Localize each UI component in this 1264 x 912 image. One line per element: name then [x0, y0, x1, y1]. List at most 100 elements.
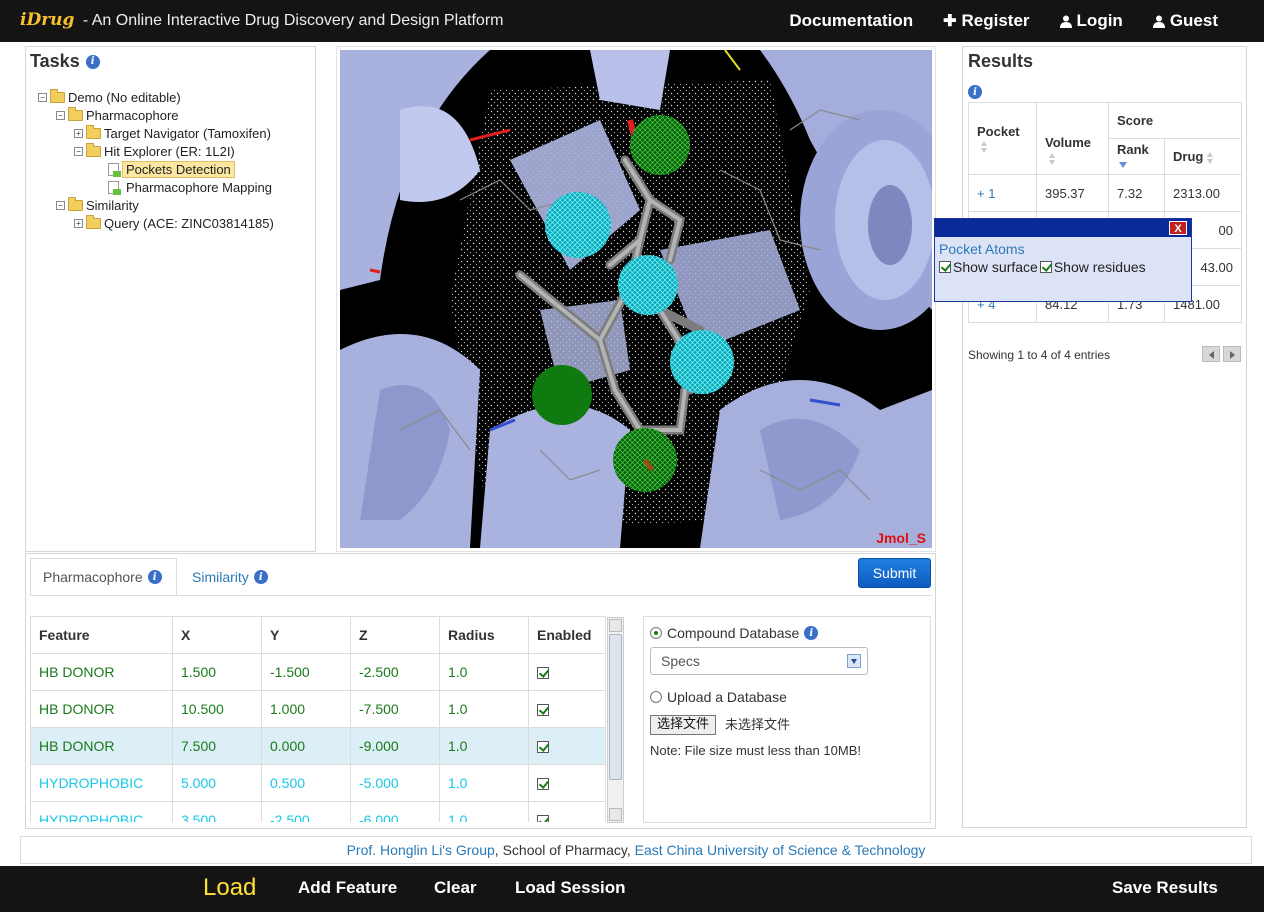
info-icon[interactable]: i — [968, 85, 982, 99]
feature-cell[interactable]: HB DONOR — [30, 727, 173, 765]
close-icon[interactable]: X — [1169, 221, 1187, 235]
z-cell[interactable]: -6.000 — [350, 801, 440, 822]
results-title: Results — [968, 51, 1033, 72]
compound-db-radio[interactable] — [650, 627, 662, 639]
tree-node-query[interactable]: + Query (ACE: ZINC03814185) — [74, 214, 274, 232]
radius-cell[interactable]: 1.0 — [439, 690, 529, 728]
tab-similarity[interactable]: Similarity i — [180, 558, 280, 596]
pocket-cell[interactable]: + 1 — [968, 174, 1037, 212]
y-cell[interactable]: -1.500 — [261, 653, 351, 691]
col-header-drug[interactable]: Drug — [1164, 138, 1242, 175]
feature-cell[interactable]: HB DONOR — [30, 690, 173, 728]
choose-file-button[interactable]: 选择文件 — [650, 715, 717, 735]
enabled-checkbox[interactable] — [537, 704, 549, 717]
y-cell[interactable]: 0.000 — [261, 727, 351, 765]
feature-table-scrollbar[interactable] — [607, 617, 624, 823]
y-cell[interactable]: 0.500 — [261, 764, 351, 802]
tree-node-pharmacophore-mapping[interactable]: Pharmacophore Mapping — [108, 178, 272, 196]
score-header-label: Score — [1117, 113, 1154, 128]
show-residues-checkbox[interactable] — [1039, 261, 1052, 273]
load-session-button[interactable]: Load Session — [515, 878, 626, 898]
info-icon[interactable]: i — [804, 626, 819, 640]
group-link[interactable]: Prof. Honglin Li's Group — [347, 842, 495, 858]
tree-node-pockets-detection[interactable]: Pockets Detection — [108, 160, 235, 178]
feature-cell[interactable]: HB DONOR — [30, 653, 173, 691]
table-row[interactable]: HB DONOR 10.500 1.000 -7.500 1.0 — [30, 690, 606, 728]
enabled-checkbox[interactable] — [537, 741, 549, 754]
radius-cell[interactable]: 1.0 — [439, 653, 529, 691]
submit-button[interactable]: Submit — [858, 558, 931, 588]
info-icon[interactable]: i — [253, 570, 268, 584]
tab-pharmacophore[interactable]: Pharmacophore i — [30, 558, 177, 596]
expand-icon[interactable]: + — [74, 218, 83, 228]
x-cell[interactable]: 7.500 — [172, 727, 262, 765]
info-icon[interactable]: i — [147, 570, 162, 584]
results-info: Showing 1 to 4 of 4 entries — [968, 348, 1111, 362]
col-header-volume[interactable]: Volume — [1036, 102, 1109, 175]
scroll-up-icon[interactable] — [609, 619, 622, 632]
enabled-checkbox[interactable] — [537, 815, 549, 822]
next-page-button[interactable] — [1223, 346, 1241, 362]
chevron-down-icon[interactable] — [847, 654, 861, 668]
col-header-pocket[interactable]: Pocket — [968, 102, 1037, 175]
table-row[interactable]: HYDROPHOBIC 5.000 0.500 -5.000 1.0 — [30, 764, 606, 802]
table-row[interactable]: + 1 395.37 7.32 2313.00 — [968, 174, 1242, 212]
upload-db-option[interactable]: Upload a Database — [650, 689, 787, 705]
document-icon — [108, 180, 121, 195]
jmol-viewer[interactable]: Jmol_S — [340, 50, 932, 548]
radius-cell[interactable]: 1.0 — [439, 801, 529, 822]
enabled-checkbox[interactable] — [537, 778, 549, 791]
university-link[interactable]: East China University of Science & Techn… — [635, 842, 926, 858]
scroll-thumb[interactable] — [609, 634, 622, 780]
col-header-rank[interactable]: Rank — [1108, 138, 1165, 175]
info-icon[interactable]: i — [85, 54, 100, 69]
guest-menu[interactable]: Guest — [1152, 11, 1218, 31]
login-link[interactable]: Login — [1059, 11, 1123, 31]
tree-node-pharmacophore[interactable]: − Pharmacophore — [56, 106, 179, 124]
z-cell[interactable]: -7.500 — [350, 690, 440, 728]
z-cell[interactable]: -2.500 — [350, 653, 440, 691]
y-cell[interactable]: -2.500 — [261, 801, 351, 822]
x-cell[interactable]: 5.000 — [172, 764, 262, 802]
register-link[interactable]: ✚ Register — [943, 11, 1029, 31]
feature-cell[interactable]: HYDROPHOBIC — [30, 764, 173, 802]
table-row-selected[interactable]: HB DONOR 7.500 0.000 -9.000 1.0 — [30, 727, 606, 765]
expand-icon[interactable]: + — [74, 128, 83, 138]
table-row[interactable]: HYDROPHOBIC 3.500 -2.500 -6.000 1.0 — [30, 801, 606, 822]
radius-cell[interactable]: 1.0 — [439, 727, 529, 765]
show-surface-checkbox[interactable] — [939, 261, 951, 273]
scroll-down-icon[interactable] — [609, 808, 622, 821]
collapse-icon[interactable]: − — [56, 110, 65, 120]
x-cell[interactable]: 3.500 — [172, 801, 262, 822]
collapse-icon[interactable]: − — [38, 92, 47, 102]
popup-titlebar[interactable]: X — [935, 219, 1191, 237]
load-button[interactable]: Load — [203, 874, 256, 902]
z-cell[interactable]: -5.000 — [350, 764, 440, 802]
tree-node-target-navigator[interactable]: + Target Navigator (Tamoxifen) — [74, 124, 271, 142]
x-cell[interactable]: 1.500 — [172, 653, 262, 691]
user-icon — [1152, 15, 1165, 28]
radius-cell[interactable]: 1.0 — [439, 764, 529, 802]
prev-page-button[interactable] — [1202, 346, 1220, 362]
brand[interactable]: iDrug - An Online Interactive Drug Disco… — [20, 10, 503, 30]
database-select[interactable]: Specs — [650, 647, 868, 675]
upload-db-radio[interactable] — [650, 691, 662, 703]
x-cell[interactable]: 10.500 — [172, 690, 262, 728]
y-cell[interactable]: 1.000 — [261, 690, 351, 728]
enabled-checkbox[interactable] — [537, 667, 549, 680]
compound-db-option[interactable]: Compound Database i — [650, 625, 819, 641]
save-results-button[interactable]: Save Results — [1112, 878, 1218, 898]
tree-node-hit-explorer[interactable]: − Hit Explorer (ER: 1L2I) — [74, 142, 235, 160]
feature-cell[interactable]: HYDROPHOBIC — [30, 801, 173, 822]
documentation-link[interactable]: Documentation — [789, 11, 913, 31]
clear-button[interactable]: Clear — [434, 878, 477, 898]
popup-options: Show surface Show residues — [939, 259, 1191, 275]
tree-node-similarity[interactable]: − Similarity — [56, 196, 139, 214]
collapse-icon[interactable]: − — [56, 200, 65, 210]
z-cell[interactable]: -9.000 — [350, 727, 440, 765]
add-feature-button[interactable]: Add Feature — [298, 878, 397, 898]
tree-node-demo[interactable]: − Demo (No editable) — [38, 88, 181, 106]
sort-icon — [1207, 151, 1214, 164]
table-row[interactable]: HB DONOR 1.500 -1.500 -2.500 1.0 — [30, 653, 606, 691]
collapse-icon[interactable]: − — [74, 146, 83, 156]
